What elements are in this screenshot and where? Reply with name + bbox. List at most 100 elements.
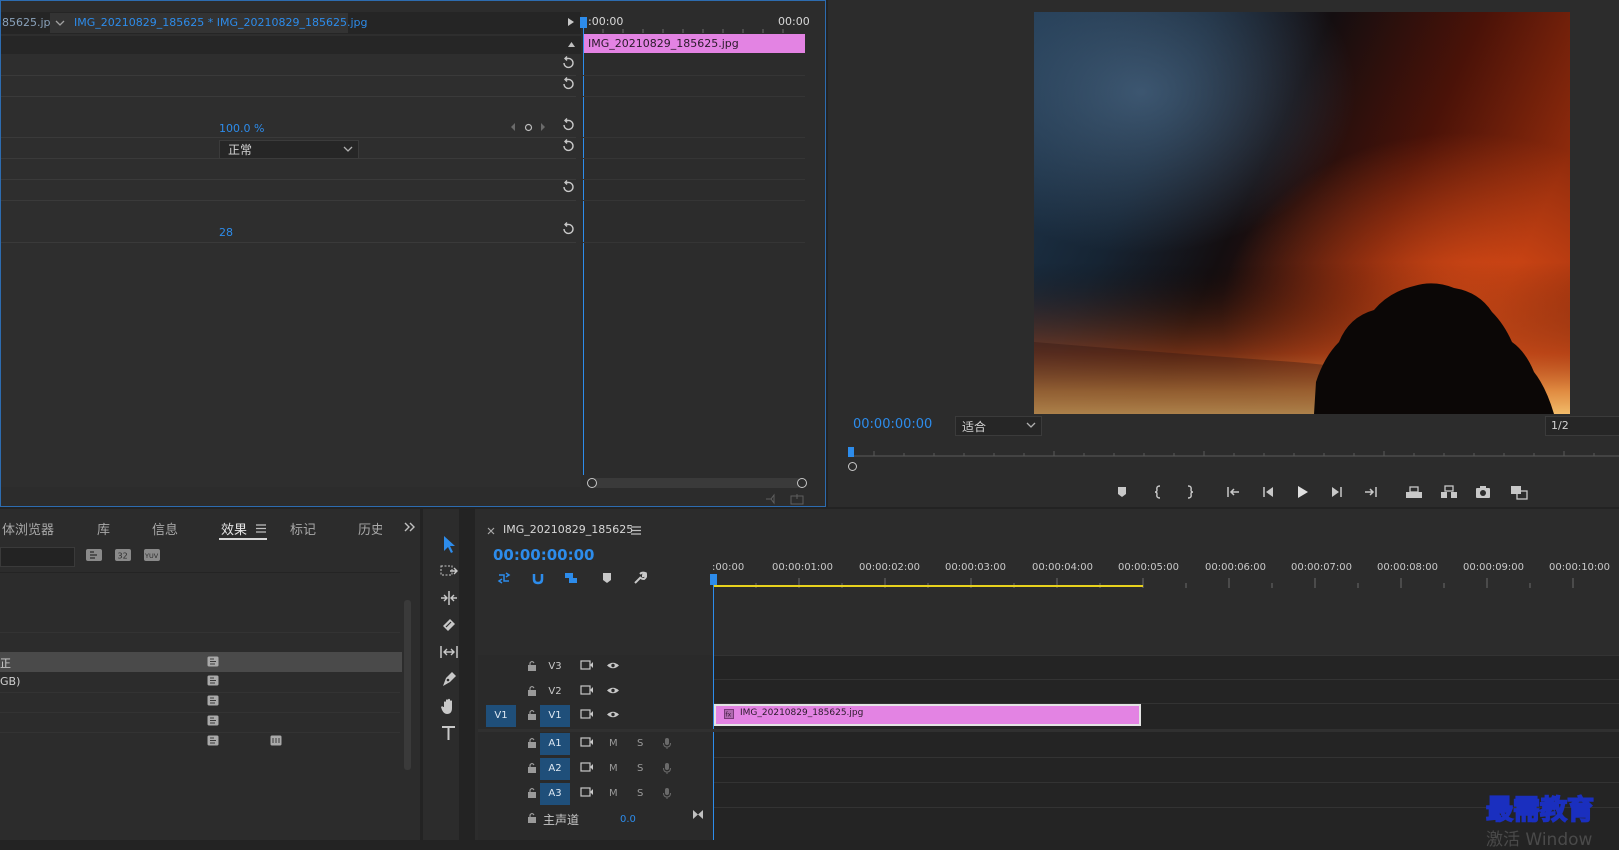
add-marker-icon[interactable]	[601, 572, 613, 584]
track-select-tool-icon[interactable]	[438, 560, 460, 582]
selection-tool-icon[interactable]	[438, 533, 460, 555]
track-label-v2[interactable]: V2	[540, 681, 570, 703]
source-patch-v1[interactable]: V1	[486, 705, 516, 727]
mute-button[interactable]: M	[609, 763, 618, 774]
mark-in-icon[interactable]	[1150, 484, 1166, 500]
solo-button[interactable]: S	[637, 788, 643, 799]
accelerated-effects-icon[interactable]	[85, 548, 103, 562]
effects-search-input[interactable]	[0, 547, 75, 567]
tab-history[interactable]: 历史	[358, 519, 382, 538]
close-icon[interactable]	[487, 527, 495, 535]
lock-icon[interactable]	[527, 762, 537, 773]
add-keyframe-icon[interactable]	[524, 123, 533, 132]
go-to-end-icon[interactable]	[692, 809, 704, 820]
mini-playhead-handle[interactable]	[580, 17, 587, 28]
mini-zoom-scrollbar[interactable]	[590, 478, 802, 488]
panel-menu-icon[interactable]	[256, 524, 266, 533]
master-volume-value[interactable]: 0.0	[620, 814, 636, 825]
value-28[interactable]: 28	[219, 226, 233, 239]
go-to-in-icon[interactable]	[1225, 484, 1241, 500]
previous-keyframe-icon[interactable]	[510, 122, 516, 132]
sync-lock-icon[interactable]	[580, 709, 594, 719]
sync-lock-icon[interactable]	[580, 787, 594, 797]
collapse-up-icon[interactable]	[567, 40, 576, 48]
track-label-v3[interactable]: V3	[540, 656, 570, 678]
program-scroll-handle[interactable]	[848, 462, 857, 471]
yuv-effects-icon[interactable]: YUV	[143, 548, 161, 562]
ripple-edit-tool-icon[interactable]	[438, 587, 460, 609]
lift-icon[interactable]	[1405, 484, 1422, 500]
reset-icon[interactable]	[561, 180, 575, 194]
opacity-value[interactable]: 100.0 %	[219, 122, 264, 135]
reset-icon[interactable]	[561, 77, 575, 91]
play-icon[interactable]	[1294, 484, 1310, 500]
eye-icon[interactable]	[606, 686, 620, 695]
reset-icon[interactable]	[561, 56, 575, 70]
solo-button[interactable]: S	[637, 738, 643, 749]
track-label-a2[interactable]: A2	[540, 758, 570, 780]
sequence-tab-name[interactable]: IMG_20210829_185625	[503, 523, 633, 536]
track-label-v1[interactable]: V1	[540, 705, 570, 727]
reset-icon[interactable]	[561, 222, 575, 236]
lock-icon[interactable]	[527, 812, 537, 823]
mini-playhead[interactable]	[583, 18, 584, 475]
sync-lock-icon[interactable]	[580, 685, 594, 695]
lock-icon[interactable]	[527, 685, 537, 696]
slip-tool-icon[interactable]	[438, 641, 460, 663]
razor-tool-icon[interactable]	[438, 614, 460, 636]
add-marker-icon[interactable]	[1114, 484, 1130, 500]
reset-icon[interactable]	[561, 118, 575, 132]
panel-menu-icon[interactable]	[631, 526, 641, 535]
linked-selection-icon[interactable]	[564, 571, 578, 585]
sequence-tab[interactable]: IMG_20210829_185625 * IMG_20210829_18562…	[74, 16, 368, 29]
next-keyframe-icon[interactable]	[540, 122, 546, 132]
sync-lock-icon[interactable]	[580, 737, 594, 747]
tab-media-browser[interactable]: 体浏览器	[2, 519, 54, 538]
go-to-out-icon[interactable]	[1363, 484, 1379, 500]
camera-icon[interactable]	[1475, 484, 1491, 500]
sync-lock-icon[interactable]	[580, 660, 594, 670]
filter-audio-icon[interactable]	[765, 493, 779, 505]
zoom-handle-left[interactable]	[587, 478, 597, 488]
more-tabs-icon[interactable]	[404, 522, 416, 532]
play-only-icon[interactable]	[567, 17, 575, 27]
eye-icon[interactable]	[606, 710, 620, 719]
lock-icon[interactable]	[527, 709, 537, 720]
nest-toggle-icon[interactable]	[497, 571, 511, 585]
snap-magnet-icon[interactable]	[531, 571, 545, 585]
tab-library[interactable]: 库	[97, 519, 110, 538]
tab-markers[interactable]: 标记	[290, 519, 316, 538]
solo-button[interactable]: S	[637, 763, 643, 774]
tab-effects[interactable]: 效果	[221, 519, 247, 538]
zoom-handle-right[interactable]	[797, 478, 807, 488]
mark-out-icon[interactable]	[1182, 484, 1198, 500]
program-scrub-ruler[interactable]	[848, 446, 1619, 458]
32bit-effects-icon[interactable]: 32	[114, 548, 132, 562]
lock-icon[interactable]	[527, 787, 537, 798]
comparison-view-icon[interactable]	[1510, 484, 1528, 500]
microphone-icon[interactable]	[662, 787, 672, 800]
microphone-icon[interactable]	[662, 737, 672, 750]
track-label-a3[interactable]: A3	[540, 783, 570, 805]
step-forward-icon[interactable]	[1329, 484, 1345, 500]
hand-tool-icon[interactable]	[438, 695, 460, 717]
effects-scrollbar[interactable]	[404, 600, 411, 770]
tab-info[interactable]: 信息	[152, 519, 178, 538]
track-label-a1[interactable]: A1	[540, 733, 570, 755]
list-item-selected[interactable]	[0, 652, 402, 672]
program-playhead[interactable]	[848, 447, 854, 457]
eye-icon[interactable]	[606, 661, 620, 670]
mute-button[interactable]: M	[609, 738, 618, 749]
extract-icon[interactable]	[1440, 484, 1457, 500]
sync-lock-icon[interactable]	[580, 762, 594, 772]
microphone-icon[interactable]	[662, 762, 672, 775]
pen-tool-icon[interactable]	[438, 668, 460, 690]
reset-icon[interactable]	[561, 139, 575, 153]
lock-icon[interactable]	[527, 737, 537, 748]
work-area-bar[interactable]	[713, 585, 1143, 587]
program-timecode[interactable]: 00:00:00:00	[853, 417, 932, 432]
timeline-timecode[interactable]: 00:00:00:00	[493, 546, 595, 564]
wrench-settings-icon[interactable]	[633, 571, 647, 585]
mute-button[interactable]: M	[609, 788, 618, 799]
lock-icon[interactable]	[527, 660, 537, 671]
